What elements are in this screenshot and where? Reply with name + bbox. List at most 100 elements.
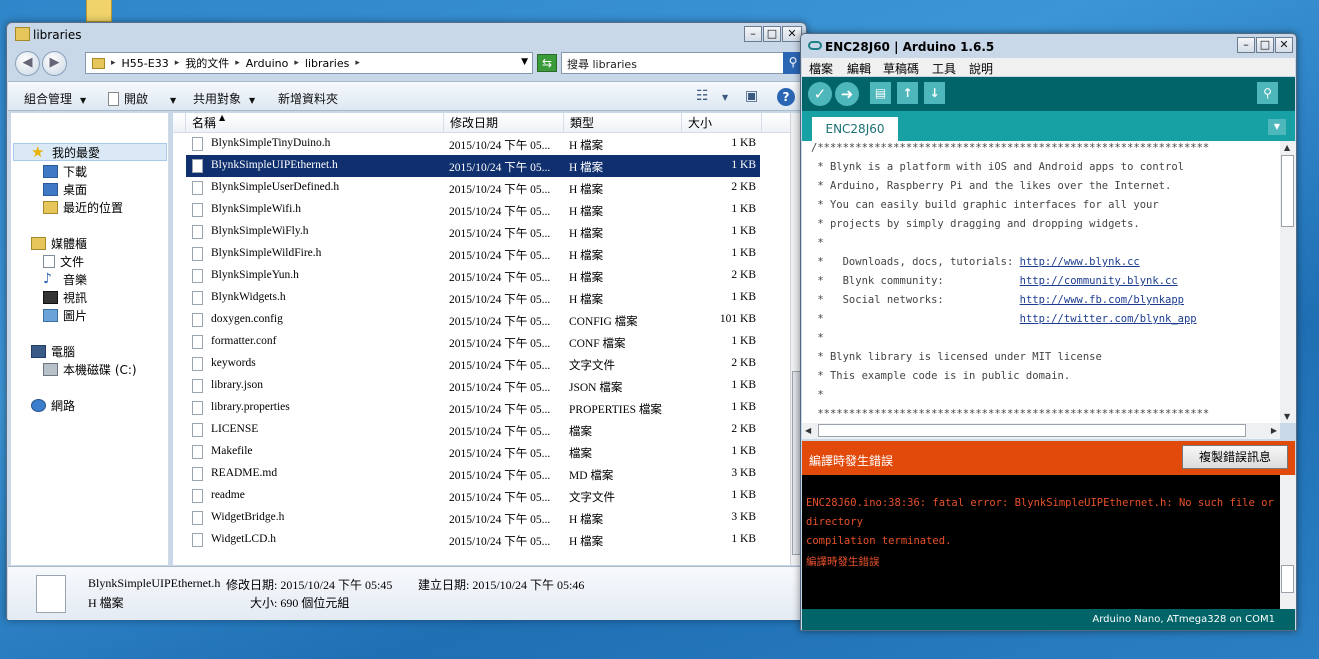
verify-check-icon[interactable]: ✓: [808, 82, 832, 106]
chevron-down-icon[interactable]: ▼: [722, 93, 728, 102]
menu-tools[interactable]: 工具: [932, 60, 956, 77]
file-row[interactable]: BlynkSimpleTinyDuino.h 2015/10/24 下午 05..…: [186, 133, 760, 155]
copy-error-button[interactable]: 複製錯誤訊息: [1182, 445, 1288, 469]
scrollbar-thumb[interactable]: [1281, 565, 1294, 593]
file-row[interactable]: library.json 2015/10/24 下午 05... JSON 檔案 1 …: [186, 375, 760, 397]
tab-menu-chevron-down-icon[interactable]: ▼: [1268, 119, 1286, 135]
nav-libraries[interactable]: 媒體櫃: [31, 235, 87, 252]
file-type: 文字文件: [569, 492, 615, 504]
file-row[interactable]: BlynkSimpleWifi.h 2015/10/24 下午 05... H 檔案…: [186, 199, 760, 221]
share-button[interactable]: 共用對象 ▼: [193, 90, 255, 107]
file-row[interactable]: BlynkSimpleWiFly.h 2015/10/24 下午 05... H 檔…: [186, 221, 760, 243]
scrollbar-thumb[interactable]: [1281, 155, 1294, 227]
nav-videos[interactable]: 視訊: [43, 289, 87, 306]
address-dropdown-icon[interactable]: ▼: [521, 57, 528, 67]
console-scrollbar[interactable]: [1280, 475, 1296, 609]
file-size: 2 KB: [731, 181, 756, 193]
upload-arrow-icon[interactable]: ➜: [835, 82, 859, 106]
breadcrumb-arduino[interactable]: Arduino: [246, 57, 289, 70]
music-icon: ♪: [43, 271, 52, 287]
file-row[interactable]: LICENSE 2015/10/24 下午 05... 檔案 2 KB: [186, 419, 760, 441]
menu-help[interactable]: 說明: [969, 60, 993, 77]
nav-downloads[interactable]: 下載: [43, 163, 87, 180]
nav-desktop[interactable]: 桌面: [43, 181, 87, 198]
chevron-down-icon: ▼: [80, 96, 87, 105]
search-input[interactable]: 搜尋 libraries ⚲: [561, 52, 803, 74]
new-folder-button[interactable]: 新增資料夾: [278, 90, 338, 107]
column-type[interactable]: 類型: [564, 113, 682, 133]
menu-sketch[interactable]: 草稿碼: [883, 60, 919, 77]
close-button[interactable]: ✕: [1275, 37, 1293, 53]
minimize-button[interactable]: –: [744, 26, 762, 42]
help-icon[interactable]: ?: [777, 88, 795, 106]
save-sketch-icon[interactable]: ↓: [924, 82, 945, 104]
new-sketch-icon[interactable]: ▤: [870, 82, 891, 104]
file-row[interactable]: WidgetLCD.h 2015/10/24 下午 05... H 檔案 1 KB: [186, 529, 760, 551]
nav-pictures[interactable]: 圖片: [43, 307, 87, 324]
forward-button[interactable]: ▶: [42, 51, 67, 76]
nav-recent[interactable]: 最近的位置: [43, 199, 123, 216]
explorer-titlebar[interactable]: libraries – □ ✕: [7, 23, 806, 47]
minimize-button[interactable]: –: [1237, 37, 1255, 53]
refresh-button[interactable]: ⇆: [537, 54, 557, 72]
libraries-icon: [31, 237, 46, 250]
open-sketch-icon[interactable]: ↑: [897, 82, 918, 104]
scrollbar-thumb[interactable]: [818, 424, 1246, 437]
file-row[interactable]: Makefile 2015/10/24 下午 05... 檔案 1 KB: [186, 441, 760, 463]
maximize-button[interactable]: □: [763, 26, 781, 42]
breadcrumb-computer[interactable]: H55-E33: [122, 57, 169, 70]
scroll-right-icon[interactable]: ▶: [1271, 426, 1277, 435]
file-row[interactable]: BlynkWidgets.h 2015/10/24 下午 05... H 檔案 1 K…: [186, 287, 760, 309]
breadcrumb-libraries[interactable]: libraries: [305, 57, 349, 70]
file-row[interactable]: readme 2015/10/24 下午 05... 文字文件 1 KB: [186, 485, 760, 507]
nav-favorites[interactable]: ★ 我的最愛: [31, 144, 100, 161]
console-output[interactable]: ENC28J60.ino:38:36: fatal error: BlynkSi…: [802, 475, 1280, 609]
file-row[interactable]: keywords 2015/10/24 下午 05... 文字文件 2 KB: [186, 353, 760, 375]
serial-monitor-icon[interactable]: ⚲: [1257, 82, 1278, 104]
file-row[interactable]: BlynkSimpleUserDefined.h 2015/10/24 下午 05…: [186, 177, 760, 199]
back-button[interactable]: ◀: [15, 51, 40, 76]
file-row[interactable]: README.md 2015/10/24 下午 05... MD 檔案 3 KB: [186, 463, 760, 485]
nav-network[interactable]: 網路: [31, 397, 75, 414]
file-type: H 檔案: [569, 184, 604, 196]
code-editor[interactable]: /***************************************…: [802, 141, 1280, 423]
file-row[interactable]: doxygen.config 2015/10/24 下午 05... CONFIG …: [186, 309, 760, 331]
code-link[interactable]: http://www.blynk.cc: [1020, 256, 1140, 268]
address-bar[interactable]: ▸ H55-E33 ▸ 我的文件 ▸ Arduino ▸ libraries ▸…: [85, 52, 533, 74]
desktop-folder-icon[interactable]: [86, 0, 112, 22]
code-link[interactable]: http://www.fb.com/blynkapp: [1020, 294, 1184, 306]
code-link[interactable]: http://twitter.com/blynk_app: [1020, 313, 1197, 325]
nav-computer[interactable]: 電腦: [31, 343, 75, 360]
file-row[interactable]: BlynkSimpleUIPEthernet.h 2015/10/24 下午 05…: [186, 155, 760, 177]
nav-documents[interactable]: 文件: [43, 253, 84, 270]
file-row[interactable]: BlynkSimpleWildFire.h 2015/10/24 下午 05...…: [186, 243, 760, 265]
arduino-titlebar[interactable]: ENC28J60 | Arduino 1.6.5 – □ ✕: [801, 34, 1296, 58]
column-size[interactable]: 大小: [682, 113, 762, 133]
organize-button[interactable]: 組合管理 ▼: [24, 90, 86, 107]
maximize-button[interactable]: □: [1256, 37, 1274, 53]
menu-edit[interactable]: 編輯: [847, 60, 871, 77]
file-row[interactable]: WidgetBridge.h 2015/10/24 下午 05... H 檔案 3 K…: [186, 507, 760, 529]
file-date: 2015/10/24 下午 05...: [449, 184, 551, 196]
file-row[interactable]: library.properties 2015/10/24 下午 05... PRO…: [186, 397, 760, 419]
code-link[interactable]: http://community.blynk.cc: [1020, 275, 1178, 287]
file-row[interactable]: BlynkSimpleYun.h 2015/10/24 下午 05... H 檔案 2…: [186, 265, 760, 287]
view-options-icon[interactable]: ☷: [696, 88, 709, 104]
editor-horizontal-scrollbar[interactable]: ◀ ▶: [802, 423, 1280, 439]
open-button[interactable]: 開啟 ▼: [108, 90, 176, 107]
scroll-up-icon[interactable]: ▲: [1284, 143, 1290, 152]
scroll-left-icon[interactable]: ◀: [805, 426, 811, 435]
tab-enc28j60[interactable]: ENC28J60: [812, 117, 898, 142]
breadcrumb-documents[interactable]: 我的文件: [185, 55, 229, 71]
nav-local-disk[interactable]: 本機磁碟 (C:): [43, 361, 137, 378]
file-name: BlynkSimpleTinyDuino.h: [211, 137, 331, 149]
column-date[interactable]: 修改日期: [444, 113, 564, 133]
nav-music[interactable]: ♪ 音樂: [43, 271, 87, 288]
close-button[interactable]: ✕: [782, 26, 802, 42]
preview-pane-icon[interactable]: ▣: [745, 88, 758, 104]
file-row[interactable]: formatter.conf 2015/10/24 下午 05... CONF 檔案…: [186, 331, 760, 353]
scroll-down-icon[interactable]: ▼: [1284, 412, 1290, 421]
column-name[interactable]: 名稱 ▲: [186, 113, 444, 133]
menu-file[interactable]: 檔案: [809, 60, 833, 77]
editor-vertical-scrollbar[interactable]: ▲ ▼: [1280, 141, 1296, 423]
